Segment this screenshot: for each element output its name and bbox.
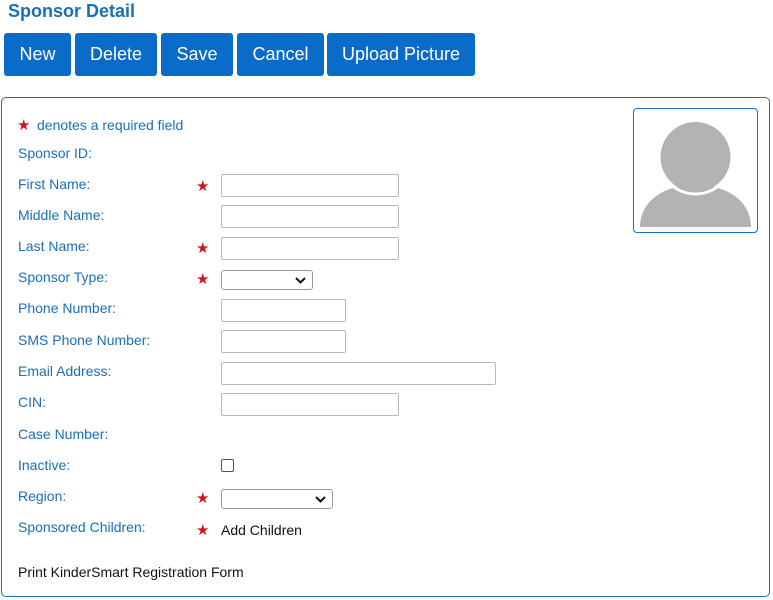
cancel-button[interactable]: Cancel [237,33,324,76]
chevron-down-icon [315,495,326,503]
sponsor-type-select[interactable] [221,270,313,290]
sponsor-id-label: Sponsor ID: [18,145,92,161]
save-button[interactable]: Save [161,33,233,76]
required-star-icon: ★ [196,178,210,195]
required-star-icon: ★ [196,271,210,288]
last-name-label: Last Name: [18,238,90,254]
middle-name-input[interactable] [221,205,399,228]
new-button[interactable]: New [4,33,71,76]
page-title: Sponsor Detail [8,1,136,21]
cin-input[interactable] [221,393,399,416]
chevron-down-icon [295,276,306,284]
sms-phone-number-input[interactable] [221,330,346,353]
inactive-label: Inactive: [18,457,71,473]
add-children-link[interactable]: Add Children [221,522,302,538]
first-name-label: First Name: [18,176,91,192]
avatar-placeholder-icon [640,118,751,227]
sms-phone-number-label: SMS Phone Number: [18,332,151,348]
required-star-icon: ★ [196,490,210,507]
middle-name-label: Middle Name: [18,207,105,223]
delete-button[interactable]: Delete [75,33,157,76]
phone-number-label: Phone Number: [18,300,117,316]
first-name-input[interactable] [221,174,399,197]
sponsored-children-label: Sponsored Children: [18,519,146,535]
case-number-label: Case Number: [18,426,109,442]
cin-label: CIN: [18,394,46,410]
required-star-icon: ★ [196,522,210,539]
email-address-label: Email Address: [18,363,112,379]
upload-picture-button[interactable]: Upload Picture [327,33,475,76]
phone-number-input[interactable] [221,299,346,322]
sponsor-type-label: Sponsor Type: [18,269,109,285]
last-name-input[interactable] [221,237,399,260]
required-star-icon: ★ [196,240,210,257]
sponsor-photo[interactable] [633,108,758,233]
email-address-input[interactable] [221,362,496,385]
region-select[interactable] [221,489,333,509]
region-label: Region: [18,488,67,504]
required-note: denotes a required field [37,117,184,133]
print-registration-form-link[interactable]: Print KinderSmart Registration Form [18,564,244,580]
required-star-icon: ★ [17,117,31,134]
inactive-checkbox[interactable] [221,459,234,472]
